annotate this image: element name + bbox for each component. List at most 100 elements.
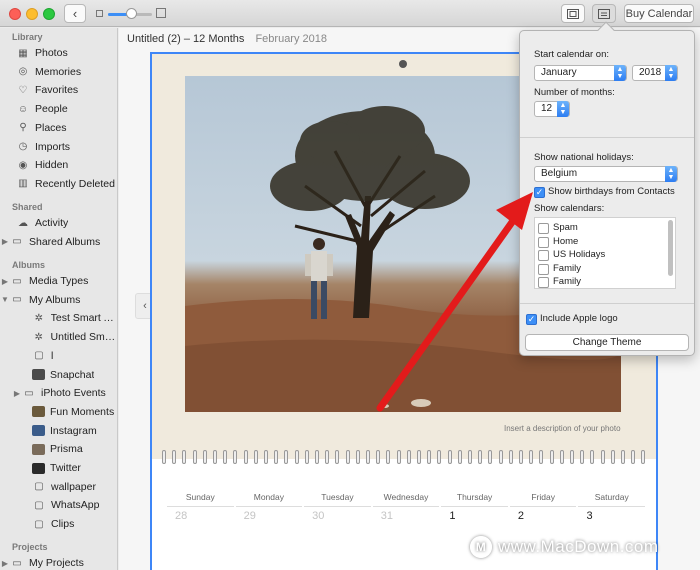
section-library: Library <box>12 32 43 42</box>
change-theme-button[interactable]: Change Theme <box>525 334 689 351</box>
date-cell[interactable]: 31 <box>373 510 440 522</box>
sidebar-item[interactable]: ▢ wallpaper <box>0 478 117 496</box>
number-of-months-label: Number of months: <box>534 87 615 98</box>
holidays-country-select[interactable]: Belgium ▲ ▼ <box>534 166 678 182</box>
back-button[interactable]: ‹ <box>64 4 86 23</box>
weekday-header: Sunday Monday Tuesday Wednesday Thursday Frid… <box>166 492 646 507</box>
minimize-window-button[interactable] <box>26 8 38 20</box>
sidebar-item[interactable]: ◷ Imports <box>0 138 117 156</box>
sidebar-item-label: People <box>35 103 68 116</box>
sidebar-item-label: Places <box>35 121 67 134</box>
sidebar-item[interactable]: ☁ Activity <box>0 214 117 232</box>
layout-view-button[interactable] <box>561 4 585 23</box>
disclosure-triangle-icon[interactable]: ▶ <box>0 277 10 286</box>
disclosure-triangle-icon[interactable]: ▶ <box>0 237 10 246</box>
sidebar-item[interactable]: Fun Moments <box>0 403 117 421</box>
calendar-checkbox[interactable] <box>538 263 549 275</box>
sidebar-item-label: Snapchat <box>50 368 95 381</box>
calendar-label: Family <box>553 262 581 274</box>
section-albums: Albums <box>12 260 46 270</box>
weekday-label: Thursday <box>441 492 508 507</box>
album-icon: ▢ <box>34 518 44 530</box>
slider-knob[interactable] <box>126 8 137 19</box>
sidebar-item[interactable]: ▶ ▭ Media Types <box>0 272 117 290</box>
sidebar-item[interactable]: ▶ ▭ My Projects <box>0 554 117 570</box>
folder-icon: ▭ <box>12 236 22 248</box>
folder-icon: ▭ <box>12 275 22 287</box>
sidebar-item[interactable]: ✲ Untitled Sma... <box>0 328 117 346</box>
memories-icon: ◎ <box>18 66 28 78</box>
sidebar-item-label: Favorites <box>35 84 79 97</box>
calendars-scrollbar[interactable] <box>668 220 673 276</box>
close-window-button[interactable] <box>9 8 21 20</box>
sidebar-item-label: Instagram <box>50 424 97 437</box>
sidebar-item-label: Twitter <box>50 462 81 474</box>
sidebar: Library Shared Albums Projects ▦ Photos ◎ M… <box>0 28 118 570</box>
disclosure-triangle-icon[interactable]: ▶ <box>0 559 10 568</box>
stepper-arrows-icon: ▲ ▼ <box>665 166 677 182</box>
disclosure-triangle-icon[interactable]: ▼ <box>0 295 10 304</box>
page-layout-icon <box>567 8 579 19</box>
sidebar-item-label: Fun Moments <box>50 405 115 418</box>
clock-icon: ◷ <box>18 141 28 152</box>
watermark-logo: M <box>470 536 492 558</box>
large-thumbnail-icon <box>156 8 166 18</box>
sidebar-item[interactable]: Prisma <box>0 440 117 458</box>
start-month-select[interactable]: January ▲ ▼ <box>534 65 627 81</box>
date-cell[interactable]: 29 <box>236 510 303 522</box>
sidebar-item[interactable]: ▶ ▭ Shared Albums <box>0 233 117 251</box>
calendar-checkbox[interactable] <box>538 250 549 262</box>
calendar-checkbox[interactable] <box>538 223 549 234</box>
date-cell[interactable]: 30 <box>304 510 371 522</box>
national-holidays-label: Show national holidays: <box>534 152 634 163</box>
sidebar-item[interactable]: ⚲ Places <box>0 119 117 137</box>
sidebar-item-label: Prisma <box>50 443 83 456</box>
sidebar-item[interactable]: ◉ Hidden <box>0 156 117 174</box>
buy-calendar-button[interactable]: Buy Calendar <box>624 4 694 23</box>
thumb-icon <box>32 443 45 455</box>
calendar-settings-button[interactable] <box>592 4 616 23</box>
calendars-list[interactable]: Spam Home US Holidays Family Family <box>534 217 676 289</box>
calendar-checkbox[interactable] <box>538 236 549 248</box>
photo-description[interactable]: Insert a description of your photo <box>504 424 621 433</box>
sidebar-item[interactable]: ◎ Memories <box>0 63 117 81</box>
sidebar-item[interactable]: ▢ WhatsApp <box>0 496 117 514</box>
birthdays-label: Show birthdays from Contacts <box>548 186 675 197</box>
zoom-slider[interactable] <box>96 7 166 21</box>
gear-icon: ✲ <box>34 312 43 324</box>
calendar-checkbox[interactable] <box>538 277 549 288</box>
thumb-icon <box>32 462 45 474</box>
apple-logo-checkbox[interactable]: ✓ <box>526 314 537 325</box>
trash-icon: ▥ <box>18 178 28 190</box>
sidebar-item[interactable]: Twitter <box>0 459 117 477</box>
sidebar-item[interactable]: Snapchat <box>0 366 117 384</box>
date-cell[interactable]: 1 <box>441 510 508 522</box>
sidebar-item[interactable]: ▦ Photos <box>0 44 117 62</box>
sidebar-item[interactable]: ▢ Clips <box>0 515 117 533</box>
sidebar-item[interactable]: ▼ ▭ My Albums <box>0 291 117 309</box>
date-cell[interactable]: 28 <box>167 510 234 522</box>
weekday-label: Saturday <box>578 492 646 507</box>
disclosure-triangle-icon[interactable]: ▶ <box>12 389 22 398</box>
calendar-label: Home <box>553 235 579 247</box>
folder-icon: ▭ <box>24 387 34 399</box>
weekday-label: Tuesday <box>304 492 371 507</box>
sidebar-item[interactable]: ▥ Recently Deleted <box>0 175 117 193</box>
sidebar-item[interactable]: ✲ Test Smart A... <box>0 309 117 327</box>
sidebar-item[interactable]: ☺ People <box>0 100 117 118</box>
date-cell[interactable]: 3 <box>578 510 645 522</box>
settings-panel-icon <box>598 8 610 19</box>
number-of-months-select[interactable]: 12 ▲ ▼ <box>534 101 570 117</box>
sidebar-item[interactable]: ▢ l <box>0 347 117 365</box>
album-icon: ▢ <box>34 481 44 493</box>
sidebar-item-label: Hidden <box>35 159 69 172</box>
date-cell[interactable]: 2 <box>510 510 577 522</box>
sidebar-item[interactable]: ▶ ▭ iPhoto Events <box>0 384 117 402</box>
birthdays-checkbox[interactable]: ✓ <box>534 187 545 198</box>
sidebar-item[interactable]: ♡ Favorites <box>0 81 117 99</box>
watermark-text: www.MacDown.com <box>498 537 659 556</box>
zoom-window-button[interactable] <box>43 8 55 20</box>
sidebar-item[interactable]: Instagram <box>0 422 117 440</box>
sidebar-item-label: WhatsApp <box>51 499 100 512</box>
start-year-select[interactable]: 2018 ▲ ▼ <box>632 65 678 81</box>
